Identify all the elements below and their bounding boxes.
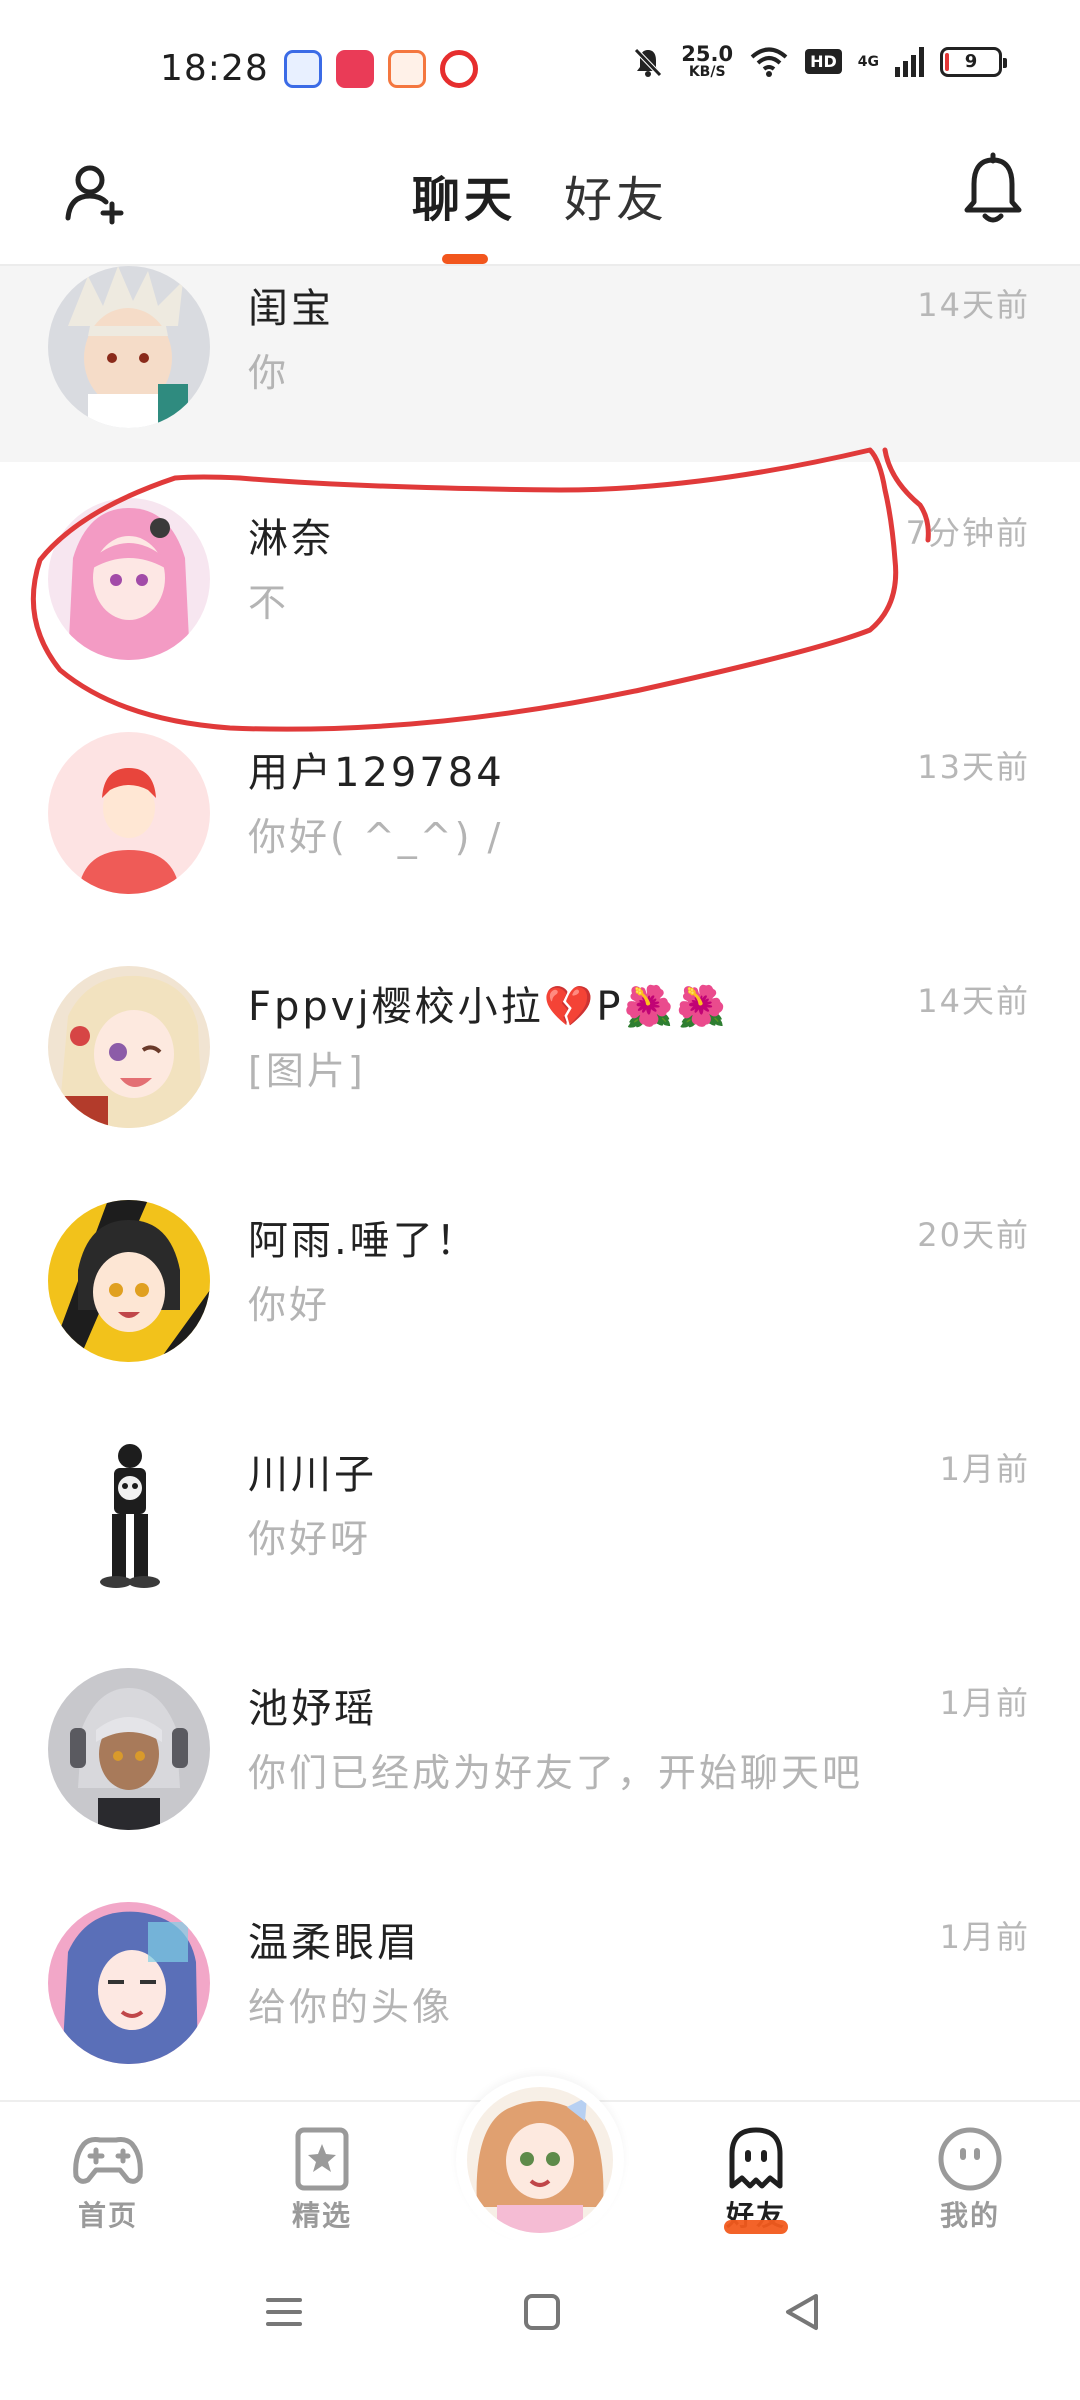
system-navigation-bar xyxy=(0,2240,1080,2400)
avatar xyxy=(467,2087,613,2233)
nav-item-home[interactable]: 首页 xyxy=(48,2126,168,2234)
nav-label: 我的 xyxy=(939,2199,1000,2232)
chat-name: 川川子 xyxy=(248,1452,377,1498)
nav-item-featured[interactable]: 精选 xyxy=(262,2126,382,2234)
chat-timestamp: 14天前 xyxy=(917,286,1030,324)
chat-last-message: 你好( ^_^) / xyxy=(248,815,504,859)
chat-last-message: 你们已经成为好友了，开始聊天吧 xyxy=(248,1751,864,1795)
avatar[interactable] xyxy=(48,966,210,1128)
active-tab-indicator xyxy=(442,254,488,264)
star-bookmark-icon xyxy=(295,2127,349,2191)
chat-name: 淋奈 xyxy=(248,516,334,562)
chat-row[interactable]: 温柔眼眉 给你的头像 1月前 xyxy=(0,1866,1080,2100)
chat-row[interactable]: 用户129784 你好( ^_^) / 13天前 xyxy=(0,696,1080,930)
chat-name: 阿雨.唾了！ xyxy=(248,1218,479,1264)
chat-header: 聊天 好友 xyxy=(0,140,1080,266)
chat-last-message: 你好 xyxy=(248,1283,331,1327)
network-type: 4G xyxy=(857,53,879,70)
status-indicators: 25.0 KB/S HD 4G 9 xyxy=(631,42,1007,80)
chat-timestamp: 1月前 xyxy=(939,1918,1030,1956)
wifi-icon xyxy=(750,47,788,77)
chat-last-message: 你 xyxy=(248,351,290,395)
center-profile-button[interactable] xyxy=(456,2076,624,2244)
avatar[interactable] xyxy=(48,266,210,428)
chat-list: 闺宝 你 14天前 淋奈 不 7分钟前 用户129784 你好(^_^) / … xyxy=(0,266,1080,2100)
chat-name: 池妤瑶 xyxy=(248,1686,377,1732)
chat-timestamp: 1月前 xyxy=(939,1450,1030,1488)
avatar[interactable] xyxy=(48,1200,210,1362)
notification-bell-icon[interactable] xyxy=(958,152,1028,228)
avatar[interactable] xyxy=(48,498,210,660)
chat-timestamp: 1月前 xyxy=(939,1684,1030,1722)
nav-item-me[interactable]: 我的 xyxy=(910,2126,1030,2234)
nav-label: 精选 xyxy=(291,2199,352,2232)
mute-bell-icon xyxy=(634,47,663,77)
status-time: 18:28 xyxy=(160,48,269,89)
gamepad-icon xyxy=(73,2137,143,2184)
chat-name: 温柔眼眉 xyxy=(248,1920,420,1966)
bottom-nav: 首页 精选 好友 我的 xyxy=(0,2076,1080,2244)
status-bar: 18:28 25.0 KB/S HD 4G 9 xyxy=(0,0,1080,140)
network-speed: 25.0 KB/S xyxy=(681,42,734,80)
chat-name: 用户129784 xyxy=(248,750,505,796)
game-app-icon xyxy=(388,50,426,88)
chat-timestamp: 20天前 xyxy=(917,1216,1030,1254)
chat-row[interactable]: 池妤瑶 你们已经成为好友了，开始聊天吧 1月前 xyxy=(0,1632,1080,1866)
menu-icon[interactable] xyxy=(254,2282,314,2342)
tab-chat[interactable]: 聊天 xyxy=(412,160,516,230)
back-triangle-icon[interactable] xyxy=(772,2282,832,2342)
chat-row[interactable]: 淋奈 不 7分钟前 xyxy=(0,462,1080,696)
chat-timestamp: 14天前 xyxy=(917,982,1030,1020)
avatar[interactable] xyxy=(48,732,210,894)
chat-last-message: 给你的头像 xyxy=(248,1985,454,2029)
baidu-app-icon xyxy=(284,50,322,88)
hd-badge: HD xyxy=(805,49,842,74)
notification-app-icons xyxy=(284,50,478,88)
chat-last-message: [图片] xyxy=(248,1049,366,1093)
video-app-icon xyxy=(336,50,374,88)
chat-row[interactable]: 阿雨.唾了！ 你好 20天前 xyxy=(0,1164,1080,1398)
ghost-icon xyxy=(729,2127,783,2189)
chat-name: Fppvj樱校小拉💔P🌺🌺 xyxy=(248,984,730,1030)
active-nav-indicator xyxy=(724,2220,788,2234)
chat-row[interactable]: 闺宝 你 14天前 xyxy=(0,266,1080,462)
chat-row[interactable]: 川川子 你好呀 1月前 xyxy=(0,1398,1080,1632)
chat-row[interactable]: Fppvj樱校小拉💔P🌺🌺 [图片] 14天前 xyxy=(0,930,1080,1164)
nav-item-friends[interactable]: 好友 xyxy=(696,2126,816,2234)
signal-icon xyxy=(895,46,924,77)
header-tabs: 聊天 好友 xyxy=(0,160,1080,230)
chat-last-message: 不 xyxy=(248,581,290,625)
home-square-icon[interactable] xyxy=(512,2282,572,2342)
avatar[interactable] xyxy=(48,1434,210,1596)
chat-name: 闺宝 xyxy=(248,286,334,332)
avatar[interactable] xyxy=(48,1668,210,1830)
battery-icon: 9 xyxy=(940,46,1007,77)
chat-last-message: 你好呀 xyxy=(248,1517,372,1561)
chat-timestamp: 13天前 xyxy=(917,748,1030,786)
nav-label: 首页 xyxy=(77,2199,138,2232)
avatar[interactable] xyxy=(48,1902,210,2064)
live-app-icon xyxy=(440,50,478,88)
smiley-icon xyxy=(938,2127,1002,2191)
chat-timestamp: 7分钟前 xyxy=(905,514,1030,552)
tab-friends[interactable]: 好友 xyxy=(564,160,668,230)
